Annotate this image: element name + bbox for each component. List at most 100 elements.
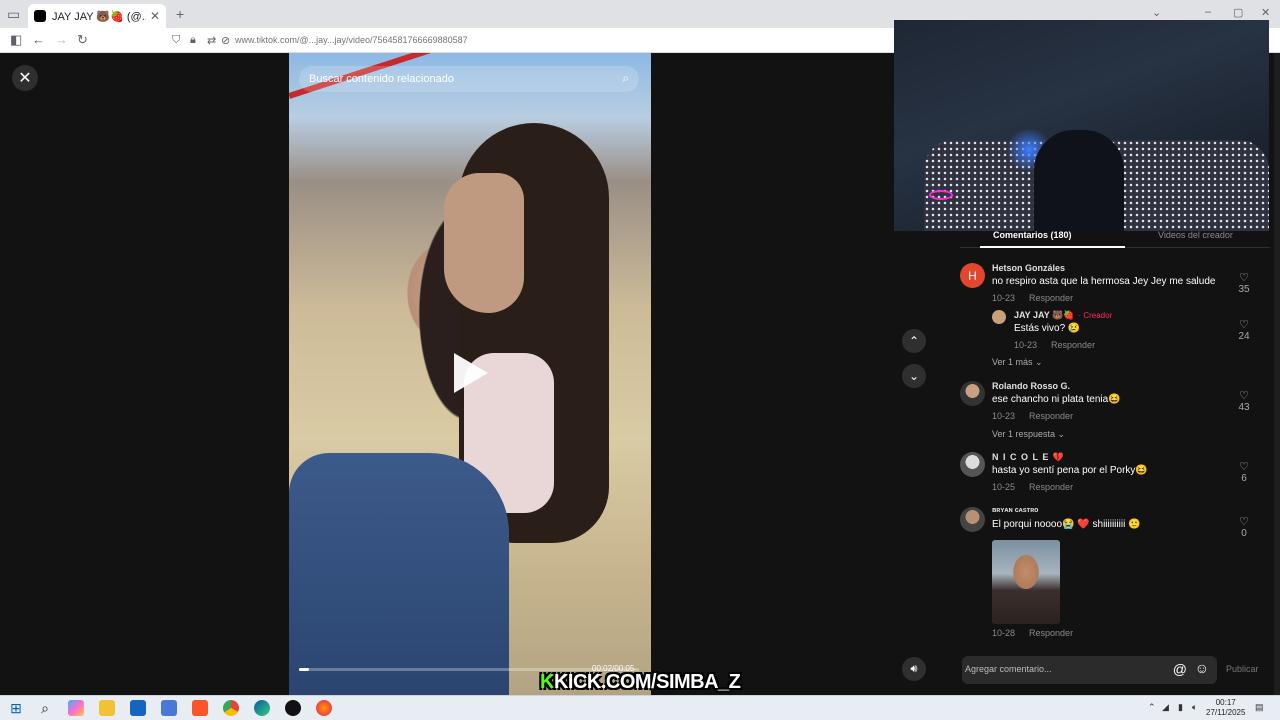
emoji-icon[interactable]: ☺ xyxy=(1195,660,1209,676)
active-tab-indicator xyxy=(980,246,1125,248)
shield-icon[interactable]: ⛉ xyxy=(172,34,180,47)
speaker-icon[interactable]: 🔈︎ xyxy=(1192,702,1197,713)
comment-author[interactable]: JAY JAY 🐻🍓 · Creador xyxy=(1014,310,1112,321)
network-icon[interactable]: ◢ xyxy=(1162,702,1169,713)
avatar[interactable] xyxy=(960,507,985,532)
play-icon[interactable] xyxy=(454,353,488,393)
like-button[interactable]: ♡ 24 xyxy=(1233,318,1255,342)
comment-item: Rolando Rosso G. ese chancho ni plata te… xyxy=(960,381,1265,426)
comment-text: hasta yo sentí pena por el Porky😆 xyxy=(992,465,1148,476)
firefox-icon[interactable] xyxy=(316,700,332,716)
reply-button[interactable]: Responder xyxy=(1029,293,1073,303)
comment-author[interactable]: Rolando Rosso G. xyxy=(992,381,1070,391)
notifications-icon[interactable]: ▤ xyxy=(1255,702,1264,713)
comment-input-placeholder: Agregar comentario... xyxy=(965,664,1052,674)
window-close-icon[interactable]: ✕ xyxy=(1261,6,1270,19)
tiktok-favicon-icon xyxy=(34,10,46,22)
url-field[interactable]: www.tiktok.com/@...jay...jay/video/75645… xyxy=(235,35,468,45)
clock-time: 00:17 xyxy=(1215,698,1236,707)
avatar[interactable] xyxy=(960,381,985,406)
tab-creator-videos[interactable]: Videos del creador xyxy=(1158,230,1233,240)
volume-button[interactable]: 🔊︎ xyxy=(902,657,926,681)
permissions-icon[interactable]: ⇄ xyxy=(207,34,216,47)
tab-comments[interactable]: Comentarios (180) xyxy=(993,230,1072,240)
like-count: 35 xyxy=(1238,284,1250,295)
comment-date: 10-23 xyxy=(992,411,1016,421)
brave-icon[interactable] xyxy=(192,700,208,716)
comment-author[interactable]: ʙʀʏᴀɴ ᴄᴀsᴛʀᴏ xyxy=(992,507,1038,514)
tab-title: JAY JAY 🐻🍓 (@...jay...jay) | Ti xyxy=(52,10,146,23)
comment-meta: 10-23 Responder xyxy=(992,411,1073,421)
comment-text: El porqui noooo😭 ❤️ shiiiiiiiiii 🙂 xyxy=(992,519,1141,530)
tray-overflow-icon[interactable]: ⌃ xyxy=(1148,702,1156,713)
reply-button[interactable]: Responder xyxy=(1029,628,1073,638)
comment-text: Estás vivo? 😢 xyxy=(1014,323,1081,334)
tab-close-icon[interactable]: ✕ xyxy=(150,9,160,23)
close-video-button[interactable]: ✕ xyxy=(12,65,38,91)
edge-icon[interactable] xyxy=(254,700,270,716)
video-player[interactable]: Buscar contenido relacionado ⌕ 00:02/00:… xyxy=(289,53,651,695)
heart-icon: ♡ xyxy=(1239,516,1249,528)
reply-button[interactable]: Responder xyxy=(1029,411,1073,421)
creator-name: JAY JAY 🐻🍓 xyxy=(1014,310,1075,320)
obs-icon[interactable] xyxy=(285,700,301,716)
forward-icon[interactable]: → xyxy=(55,32,68,47)
comment-meta: 10-25 Responder xyxy=(992,482,1073,492)
chrome-icon[interactable] xyxy=(223,700,239,716)
reply-button[interactable]: Responder xyxy=(1029,482,1073,492)
heart-icon: ♡ xyxy=(1239,272,1249,284)
maximize-icon[interactable]: ▢ xyxy=(1233,6,1243,19)
view-more-replies[interactable]: Ver 1 más ⌄ xyxy=(992,357,1043,368)
browser-tab[interactable]: JAY JAY 🐻🍓 (@...jay...jay) | Ti ✕ xyxy=(28,4,166,28)
like-button[interactable]: ♡ 0 xyxy=(1233,515,1255,539)
new-tab-button[interactable]: + xyxy=(176,6,184,22)
lock-icon[interactable]: 🔒︎ xyxy=(190,34,196,47)
battery-icon[interactable]: ▮ xyxy=(1178,702,1183,713)
comment-input[interactable]: Agregar comentario... @ ☺ xyxy=(962,656,1217,684)
video-subject-face xyxy=(444,173,524,313)
site-info-icon[interactable]: ⊘ xyxy=(221,34,230,47)
like-button[interactable]: ♡ 6 xyxy=(1233,460,1255,484)
mail-icon[interactable] xyxy=(161,700,177,716)
avatar[interactable]: H xyxy=(960,263,985,288)
windows-start-icon[interactable]: ⊞ xyxy=(8,700,24,716)
heart-icon: ♡ xyxy=(1239,461,1249,473)
scrollbar[interactable] xyxy=(1274,53,1280,695)
webcam-pink-light xyxy=(929,190,953,200)
previous-video-button[interactable]: ⌃ xyxy=(902,329,926,353)
kick-url: KICK.COM/SIMBA_Z xyxy=(553,671,741,693)
publish-button[interactable]: Publicar xyxy=(1226,664,1259,674)
comment-image[interactable] xyxy=(992,540,1060,624)
tab-search-icon[interactable]: ⌄ xyxy=(1152,6,1161,19)
kick-logo-icon: K xyxy=(540,671,554,693)
search-icon[interactable]: ⌕ xyxy=(37,700,53,716)
like-button[interactable]: ♡ 43 xyxy=(1233,389,1255,413)
copilot-icon[interactable] xyxy=(68,700,84,716)
next-video-button[interactable]: ⌄ xyxy=(902,364,926,388)
comment-item: N I C O L E 💔 hasta yo sentí pena por el… xyxy=(960,452,1265,497)
like-button[interactable]: ♡ 35 xyxy=(1233,271,1255,295)
search-icon[interactable]: ⌕ xyxy=(622,71,629,86)
comment-meta: 10-23 Responder xyxy=(992,293,1073,303)
taskbar-clock[interactable]: 00:17 27/11/2025 xyxy=(1206,698,1245,718)
comment-reply-item: JAY JAY 🐻🍓 · Creador Estás vivo? 😢 10-23 R… xyxy=(992,310,1265,352)
comment-date: 10-28 xyxy=(992,628,1016,638)
view-replies[interactable]: Ver 1 respuesta ⌄ xyxy=(992,429,1065,440)
comment-author[interactable]: N I C O L E 💔 xyxy=(992,452,1065,463)
tab-actions-icon[interactable]: ▭ xyxy=(7,6,20,23)
file-explorer-icon[interactable] xyxy=(99,700,115,716)
panel-tabs: Comentarios (180) Videos del creador xyxy=(960,228,1270,248)
back-icon[interactable]: ← xyxy=(32,32,45,47)
sidebar-toggle-icon[interactable]: ◧ xyxy=(10,32,22,48)
reply-button[interactable]: Responder xyxy=(1051,340,1095,350)
related-search-input[interactable]: Buscar contenido relacionado ⌕ xyxy=(299,66,639,92)
mention-icon[interactable]: @ xyxy=(1173,661,1187,677)
taskbar: ⊞ ⌕ ⌃ ◢ ▮ 🔈︎ 00:17 27/11/2025 ▤ xyxy=(0,695,1280,720)
minimize-icon[interactable]: – xyxy=(1205,6,1211,18)
comment-author[interactable]: Hetson Gonzáles xyxy=(992,263,1065,273)
related-search-placeholder: Buscar contenido relacionado xyxy=(309,73,454,85)
avatar[interactable] xyxy=(992,310,1006,324)
store-icon[interactable] xyxy=(130,700,146,716)
reload-icon[interactable]: ↻ xyxy=(77,32,88,48)
avatar[interactable] xyxy=(960,452,985,477)
